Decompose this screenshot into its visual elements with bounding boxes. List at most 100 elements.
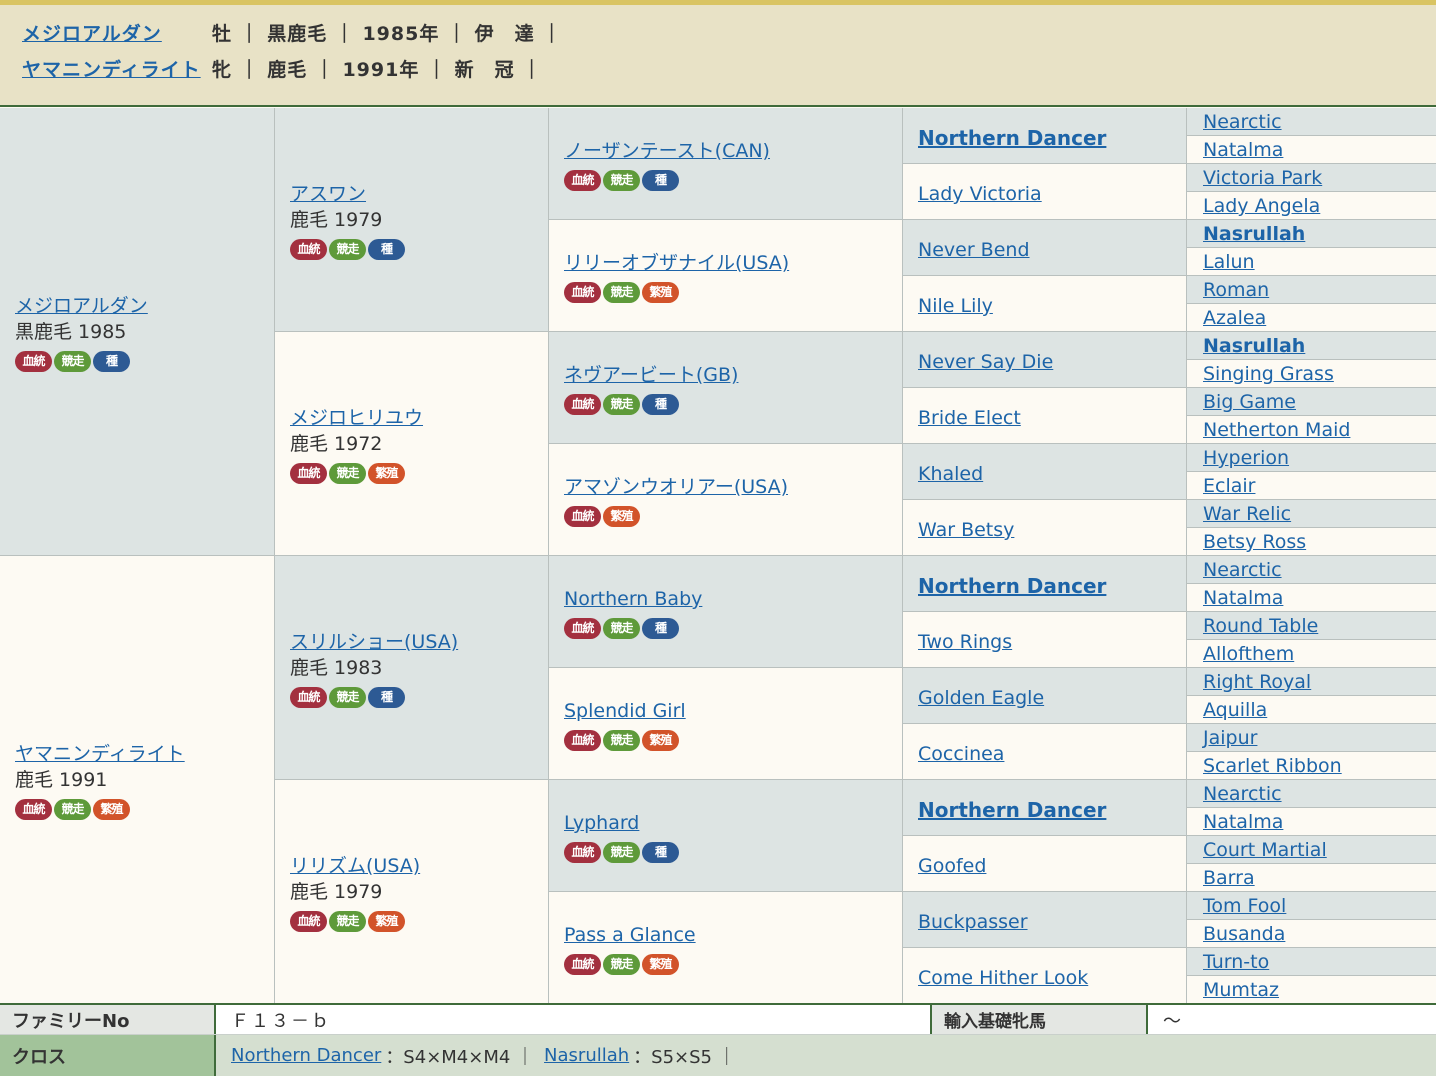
horse-link[interactable]: Natalma [1203, 139, 1283, 161]
horse-link[interactable]: War Betsy [918, 519, 1014, 541]
horse-link[interactable]: ネヴアービート(GB) [564, 364, 738, 386]
badge-blood[interactable]: 血統 [290, 239, 327, 260]
badge-race[interactable]: 競走 [54, 799, 91, 820]
badge-stud[interactable]: 種 [368, 687, 405, 708]
horse-link[interactable]: Golden Eagle [918, 687, 1044, 709]
horse-link[interactable]: Aquilla [1203, 699, 1267, 721]
horse-link[interactable]: Two Rings [918, 631, 1012, 653]
horse-link[interactable]: ノーザンテースト(CAN) [564, 140, 770, 162]
horse-link[interactable]: Khaled [918, 463, 983, 485]
horse-link[interactable]: Northern Dancer [918, 574, 1106, 598]
horse-link[interactable]: Netherton Maid [1203, 419, 1350, 441]
badge-blood[interactable]: 血統 [290, 911, 327, 932]
badge-race[interactable]: 競走 [603, 618, 640, 639]
horse-link[interactable]: メジロヒリユウ [290, 407, 423, 429]
horse-link[interactable]: Lyphard [564, 812, 639, 834]
badge-breed[interactable]: 繁殖 [642, 954, 679, 975]
cross-link[interactable]: Northern Dancer [231, 1045, 381, 1066]
horse-link[interactable]: Nile Lily [918, 295, 993, 317]
badge-blood[interactable]: 血統 [564, 506, 601, 527]
badge-stud[interactable]: 種 [642, 842, 679, 863]
horse-link[interactable]: Big Game [1203, 391, 1296, 413]
horse-link[interactable]: Natalma [1203, 811, 1283, 833]
horse-link[interactable]: War Relic [1203, 503, 1291, 525]
horse-link[interactable]: アマゾンウオリアー(USA) [564, 476, 788, 498]
horse-link[interactable]: Nasrullah [1203, 335, 1305, 357]
horse-link[interactable]: Court Martial [1203, 839, 1327, 861]
horse-link[interactable]: Round Table [1203, 615, 1318, 637]
horse-link[interactable]: Goofed [918, 855, 986, 877]
horse-link[interactable]: Buckpasser [918, 911, 1028, 933]
badge-stud[interactable]: 種 [93, 351, 130, 372]
badge-blood[interactable]: 血統 [564, 170, 601, 191]
horse-link[interactable]: Never Say Die [918, 351, 1053, 373]
horse-link[interactable]: Nearctic [1203, 111, 1282, 133]
horse-link[interactable]: Roman [1203, 279, 1269, 301]
badge-race[interactable]: 競走 [603, 954, 640, 975]
horse-link[interactable]: Come Hither Look [918, 967, 1088, 989]
horse-link[interactable]: Natalma [1203, 587, 1283, 609]
horse-link[interactable]: Tom Fool [1203, 895, 1286, 917]
horse-link[interactable]: Azalea [1203, 307, 1266, 329]
horse-link[interactable]: Bride Elect [918, 407, 1021, 429]
badge-stud[interactable]: 種 [368, 239, 405, 260]
horse-link[interactable]: Victoria Park [1203, 167, 1322, 189]
badge-blood[interactable]: 血統 [564, 618, 601, 639]
badge-breed[interactable]: 繁殖 [368, 463, 405, 484]
horse-link[interactable]: スリルショー(USA) [290, 631, 458, 653]
horse-link[interactable]: Eclair [1203, 475, 1255, 497]
badge-blood[interactable]: 血統 [564, 394, 601, 415]
horse-link[interactable]: ヤマニンディライト [15, 743, 185, 765]
horse-link[interactable]: Jaipur [1203, 727, 1257, 749]
horse-link[interactable]: Northern Baby [564, 588, 702, 610]
horse-link[interactable]: Scarlet Ribbon [1203, 755, 1342, 777]
horse-link[interactable]: アスワン [290, 183, 366, 205]
badge-race[interactable]: 競走 [329, 239, 366, 260]
horse-link[interactable]: Nearctic [1203, 783, 1282, 805]
header-horse-link[interactable]: ヤマニンディライト [22, 59, 201, 81]
horse-link[interactable]: Mumtaz [1203, 979, 1279, 1001]
horse-link[interactable]: Hyperion [1203, 447, 1289, 469]
badge-blood[interactable]: 血統 [290, 687, 327, 708]
horse-link[interactable]: メジロアルダン [15, 295, 148, 317]
horse-link[interactable]: リリーオブザナイル(USA) [564, 252, 789, 274]
badge-breed[interactable]: 繁殖 [642, 282, 679, 303]
badge-breed[interactable]: 繁殖 [603, 506, 640, 527]
horse-link[interactable]: Lady Victoria [918, 183, 1042, 205]
horse-link[interactable]: Right Royal [1203, 671, 1311, 693]
badge-race[interactable]: 競走 [603, 394, 640, 415]
badge-blood[interactable]: 血統 [564, 954, 601, 975]
badge-race[interactable]: 競走 [329, 687, 366, 708]
badge-race[interactable]: 競走 [603, 282, 640, 303]
horse-link[interactable]: Splendid Girl [564, 700, 686, 722]
badge-blood[interactable]: 血統 [290, 463, 327, 484]
horse-link[interactable]: Busanda [1203, 923, 1285, 945]
horse-link[interactable]: Lalun [1203, 251, 1255, 273]
badge-race[interactable]: 競走 [603, 170, 640, 191]
badge-stud[interactable]: 種 [642, 618, 679, 639]
badge-race[interactable]: 競走 [603, 730, 640, 751]
horse-link[interactable]: Allofthem [1203, 643, 1294, 665]
badge-stud[interactable]: 種 [642, 394, 679, 415]
badge-blood[interactable]: 血統 [15, 799, 52, 820]
horse-link[interactable]: Coccinea [918, 743, 1004, 765]
horse-link[interactable]: Lady Angela [1203, 195, 1320, 217]
header-horse-link[interactable]: メジロアルダン [22, 23, 162, 45]
horse-link[interactable]: Northern Dancer [918, 798, 1106, 822]
badge-breed[interactable]: 繁殖 [368, 911, 405, 932]
badge-race[interactable]: 競走 [603, 842, 640, 863]
horse-link[interactable]: Pass a Glance [564, 924, 696, 946]
badge-breed[interactable]: 繁殖 [93, 799, 130, 820]
horse-link[interactable]: リリズム(USA) [290, 855, 420, 877]
horse-link[interactable]: Turn-to [1203, 951, 1269, 973]
badge-blood[interactable]: 血統 [15, 351, 52, 372]
badge-blood[interactable]: 血統 [564, 842, 601, 863]
badge-race[interactable]: 競走 [54, 351, 91, 372]
horse-link[interactable]: Northern Dancer [918, 126, 1106, 150]
horse-link[interactable]: Barra [1203, 867, 1255, 889]
horse-link[interactable]: Nasrullah [1203, 223, 1305, 245]
horse-link[interactable]: Never Bend [918, 239, 1030, 261]
horse-link[interactable]: Singing Grass [1203, 363, 1334, 385]
badge-blood[interactable]: 血統 [564, 282, 601, 303]
badge-blood[interactable]: 血統 [564, 730, 601, 751]
